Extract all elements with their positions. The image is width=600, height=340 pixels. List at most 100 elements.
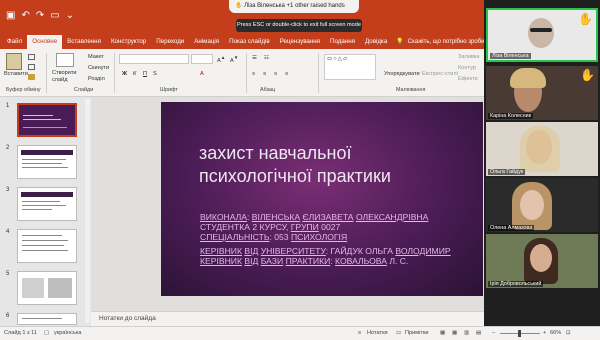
shape-effects-button[interactable]: Ефекти xyxy=(458,76,478,82)
tab-animations[interactable]: Анімація xyxy=(189,35,224,49)
slide-sorter-icon[interactable]: ▦ xyxy=(452,330,457,336)
raised-hand-icon: ✋ xyxy=(578,12,593,26)
slide-thumbnail-4[interactable] xyxy=(17,229,77,263)
italic-icon[interactable]: К xyxy=(133,71,136,77)
tab-file[interactable]: Файл xyxy=(2,35,27,49)
thumb-line xyxy=(22,245,64,246)
layout-button[interactable]: Макет xyxy=(88,54,104,60)
thumbnail-scrollbar[interactable] xyxy=(85,99,90,323)
normal-view-icon[interactable]: ▦ xyxy=(440,330,445,336)
raised-hands-notice[interactable]: ✋ Ліза Віленська +1 other raised hands xyxy=(229,0,359,13)
shrink-font-icon[interactable]: A▼ xyxy=(230,55,238,64)
align-right-icon[interactable]: ≡ xyxy=(274,71,277,77)
fit-to-window-icon[interactable]: ⊡ xyxy=(566,330,571,336)
tab-home[interactable]: Основне xyxy=(27,35,63,49)
slide-title[interactable]: захист навчальної психологічної практики xyxy=(199,142,459,188)
more-icon[interactable]: ⌄ xyxy=(66,10,74,22)
font-color-icon[interactable]: A xyxy=(200,71,204,77)
status-bar: Слайд 1 з 11 ▢ українська ≡ Нотатки ▭ Пр… xyxy=(0,326,600,340)
undo-icon[interactable]: ↶ xyxy=(21,10,29,22)
tab-review[interactable]: Рецензування xyxy=(275,35,325,49)
new-slide-button[interactable]: Створити слайд xyxy=(52,70,80,84)
participant-name: Каріна Колесник xyxy=(488,113,534,119)
participant-name: Ольга Гайдук xyxy=(488,169,526,175)
font-family-dropdown[interactable] xyxy=(119,54,189,64)
slide-thumbnail-5[interactable] xyxy=(17,271,77,305)
tab-design[interactable]: Конструктор xyxy=(106,35,151,49)
start-slideshow-icon[interactable]: ▭ xyxy=(50,10,59,22)
slideshow-view-icon[interactable]: ▤ xyxy=(476,330,481,336)
thumb-image xyxy=(22,278,44,298)
slide-subtitle[interactable]: ВИКОНАЛА: ВІЛЕНСЬКА ЄЛИЗАВЕТА ОЛЕКСАНДРІ… xyxy=(200,212,483,266)
comments-icon[interactable]: ▭ xyxy=(396,330,401,336)
copy-icon[interactable] xyxy=(28,64,35,70)
reading-view-icon[interactable]: ▥ xyxy=(464,330,469,336)
section-button[interactable]: Розділ xyxy=(88,76,105,82)
thumb-line xyxy=(22,167,68,168)
participant-tile[interactable]: ✋ Каріна Колесник xyxy=(486,66,598,120)
underline-icon[interactable]: П xyxy=(143,71,147,77)
thumb-line xyxy=(22,240,68,241)
justify-icon[interactable]: ≡ xyxy=(285,71,288,77)
raised-hand-icon: ✋ xyxy=(580,68,595,82)
cut-icon[interactable] xyxy=(28,54,35,60)
reset-button[interactable]: Скинути xyxy=(88,65,109,71)
participant-tile[interactable]: Ірія Добровольський xyxy=(486,234,598,288)
specialty-line: СПЕЦІАЛЬНІСТЬ: 053 ПСИХОЛОГІЯ xyxy=(200,232,348,242)
shape-fill-button[interactable]: Заливка xyxy=(458,54,480,60)
tab-help[interactable]: Довідка xyxy=(360,35,392,49)
zoom-in-icon[interactable]: + xyxy=(543,330,546,336)
paste-button[interactable]: Вставити xyxy=(4,71,28,77)
group-drawing-label: Малювання xyxy=(396,87,426,93)
performed-by-line: ВИКОНАЛА: ВІЛЕНСЬКА ЄЛИЗАВЕТА ОЛЕКСАНДРІ… xyxy=(200,212,429,222)
thumb-line xyxy=(22,250,68,251)
tab-transitions[interactable]: Переходи xyxy=(151,35,189,49)
paste-icon[interactable] xyxy=(6,53,22,70)
quick-styles-button[interactable]: Експрес-стилі xyxy=(422,71,458,77)
tab-insert[interactable]: Вставлення xyxy=(62,35,106,49)
participant-tile[interactable]: Ольга Гайдук xyxy=(486,122,598,176)
participant-name: Олена Алмазова xyxy=(488,225,535,231)
slide-thumbnail-6[interactable] xyxy=(17,313,77,325)
strikethrough-icon[interactable]: S xyxy=(153,71,157,77)
grow-font-icon[interactable]: A▲ xyxy=(217,55,225,64)
font-size-dropdown[interactable] xyxy=(191,54,213,64)
zoom-out-icon[interactable]: – xyxy=(492,330,495,336)
save-icon[interactable]: ▣ xyxy=(6,10,15,22)
align-left-icon[interactable]: ≡ xyxy=(252,71,255,77)
slide-thumbnail-2[interactable] xyxy=(17,145,77,179)
language-indicator[interactable]: українська xyxy=(54,330,82,336)
zoom-slider-thumb[interactable] xyxy=(518,330,521,337)
participant-tile[interactable]: Олена Алмазова xyxy=(486,178,598,232)
divider xyxy=(246,53,247,93)
tell-me-search[interactable]: Скажіть, що потрібно зробити xyxy=(404,35,491,49)
shape-outline-button[interactable]: Контур xyxy=(458,65,476,71)
ribbon-tabs: Файл Основне Вставлення Конструктор Пере… xyxy=(0,34,491,49)
bullets-icon[interactable]: ☰ xyxy=(252,55,257,61)
thumb-line xyxy=(22,163,62,164)
participant-tile[interactable]: ✋ Ліза Віленська xyxy=(486,8,598,62)
slide-thumbnail-1[interactable] xyxy=(17,103,77,137)
zoom-level[interactable]: 66% xyxy=(550,330,561,336)
slide-thumbnail-3[interactable] xyxy=(17,187,77,221)
thumbnail-number: 6 xyxy=(6,313,10,319)
bold-icon[interactable]: Ж xyxy=(122,71,127,77)
notes-toggle[interactable]: Нотатки xyxy=(367,330,388,336)
comments-toggle[interactable]: Примітки xyxy=(405,330,428,336)
thumb-header xyxy=(21,150,73,155)
group-font-label: Шрифт xyxy=(160,87,178,93)
tab-view[interactable]: Подання xyxy=(325,35,360,49)
tab-slideshow[interactable]: Показ слайдів xyxy=(224,35,275,49)
align-center-icon[interactable]: ≡ xyxy=(263,71,266,77)
fullscreen-hint: Press ESC or double-click to exit full s… xyxy=(236,19,362,32)
arrange-button[interactable]: Упорядкувати xyxy=(384,71,420,77)
spell-check-icon[interactable]: ▢ xyxy=(44,330,49,336)
notes-icon[interactable]: ≡ xyxy=(358,330,361,336)
notes-pane[interactable]: Нотатки до слайда xyxy=(91,311,484,326)
new-slide-icon[interactable] xyxy=(56,53,74,67)
format-painter-icon[interactable] xyxy=(28,74,35,80)
current-slide[interactable]: захист навчальної психологічної практики… xyxy=(161,102,483,296)
thumb-line xyxy=(23,127,67,128)
numbering-icon[interactable]: ☷ xyxy=(264,55,269,61)
redo-icon[interactable]: ↷ xyxy=(36,10,44,22)
